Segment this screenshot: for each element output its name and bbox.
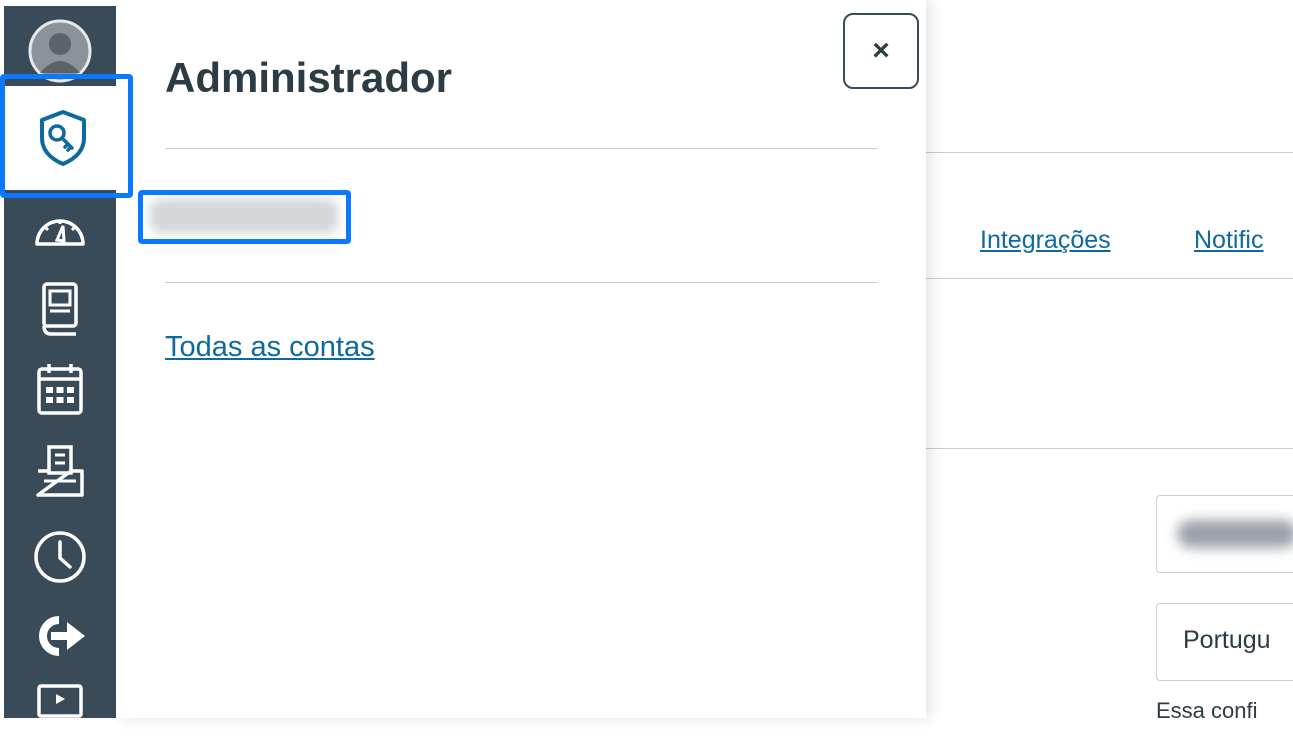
setting-note: Essa confi [1156,698,1258,718]
admin-tray: Administrador × Todas as contas [116,0,926,718]
redacted-field[interactable] [1156,495,1293,573]
tab-notifications[interactable]: Notific [1194,226,1263,255]
nav-admin[interactable] [4,86,122,190]
nav-history[interactable] [4,520,116,594]
studio-video-icon [37,684,83,718]
redacted-account-name [150,199,338,233]
admin-shield-key-icon [40,110,86,166]
background-divider [926,448,1293,449]
tray-divider [165,282,878,283]
account-link[interactable] [140,193,349,241]
nav-account[interactable] [4,16,116,86]
nav-inbox[interactable] [4,436,116,506]
dashboard-gauge-icon [35,219,85,246]
history-clock-icon [34,531,86,583]
language-select-value: Portugu [1183,626,1271,654]
tray-divider [165,148,878,149]
tab-integrations[interactable]: Integrações [980,226,1111,255]
tray-title: Administrador [165,54,453,101]
account-icon [28,19,92,83]
calendar-icon [37,364,83,415]
close-icon: × [872,34,890,67]
inbox-tray-icon [36,445,84,497]
nav-commons[interactable] [4,606,116,666]
commons-arrow-icon [39,616,85,656]
background-page: Integrações Notific Portugu Essa confi [926,0,1293,718]
nav-dashboard[interactable] [4,202,116,258]
close-button[interactable]: × [843,13,919,89]
redacted-value [1177,520,1293,548]
nav-studio[interactable] [4,678,116,718]
global-nav-rail [4,6,122,718]
language-select[interactable]: Portugu [1156,603,1293,681]
background-divider [926,152,1293,153]
nav-courses[interactable] [4,276,116,342]
courses-book-icon [42,282,78,336]
nav-calendar[interactable] [4,356,116,422]
background-divider [926,278,1293,279]
all-accounts-link[interactable]: Todas as contas [165,331,375,364]
